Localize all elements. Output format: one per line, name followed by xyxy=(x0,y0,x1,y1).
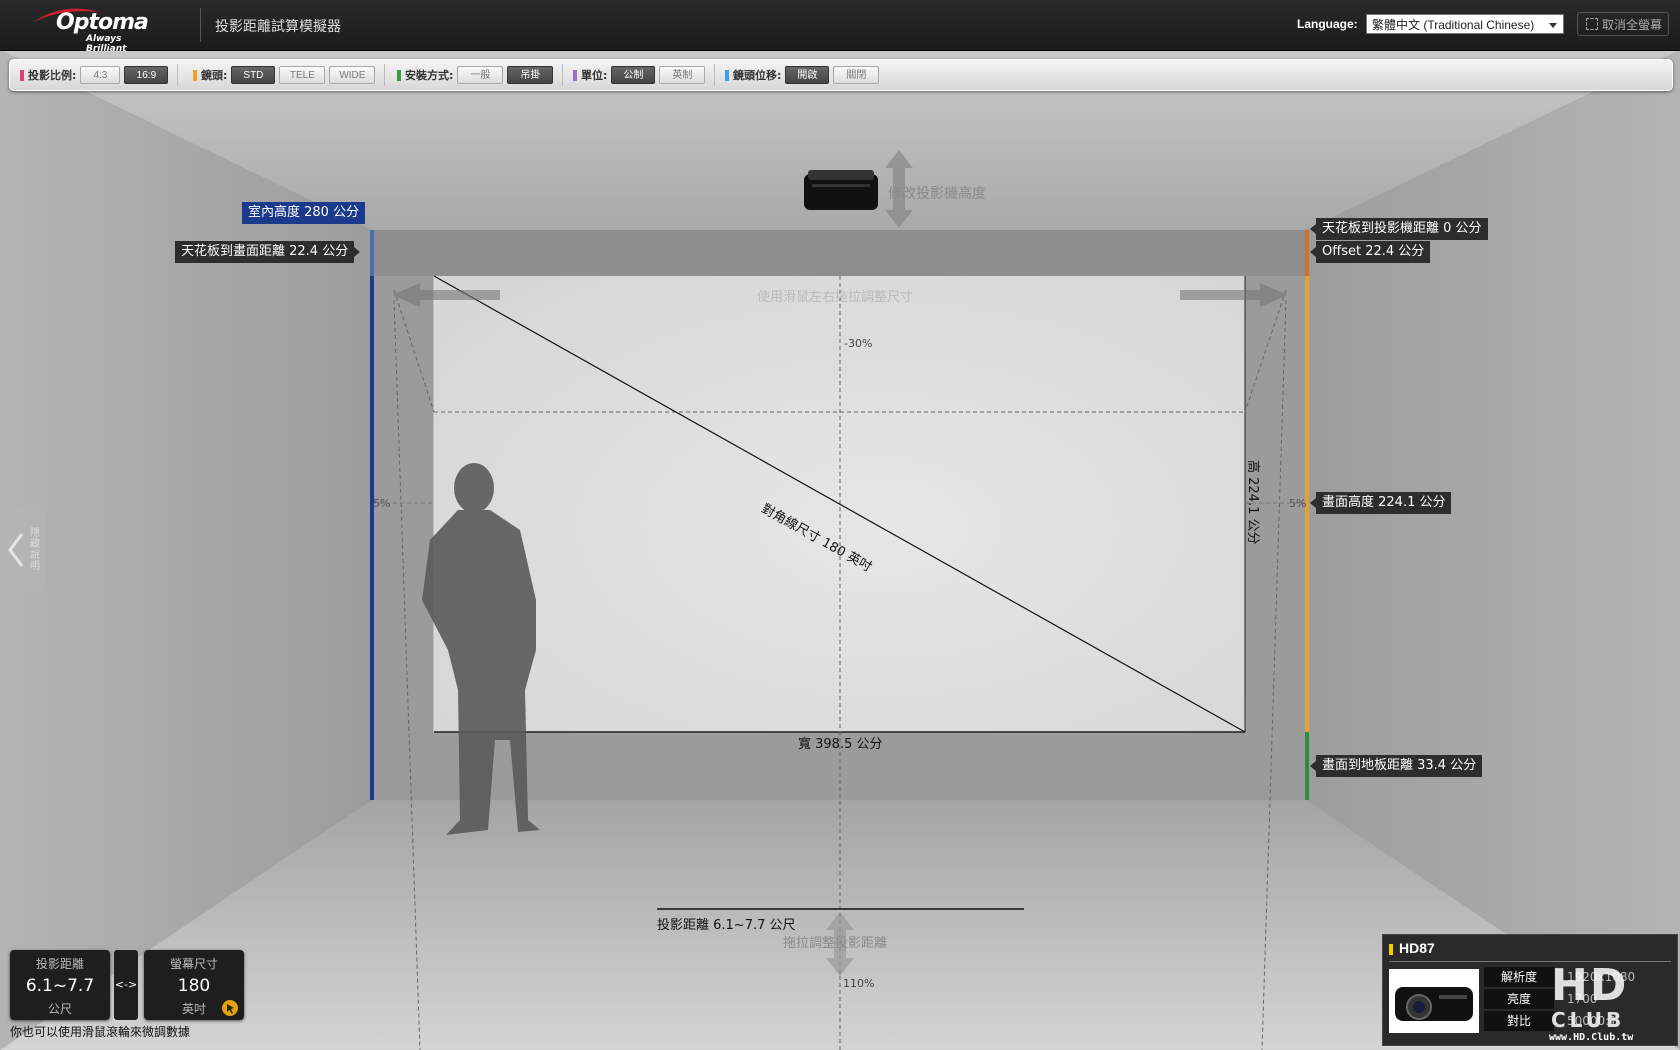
screen-height-label: 高 224.1 公分 xyxy=(1245,460,1260,545)
mount-marker xyxy=(397,69,401,81)
screen-to-floor-label[interactable]: 畫面到地板距離 33.4 公分 xyxy=(1309,755,1483,777)
watermark-sub: CLUB xyxy=(1551,1008,1626,1032)
offset-label[interactable]: Offset 22.4 公分 xyxy=(1309,241,1431,263)
app-title: 投影距離試算模擬器 xyxy=(215,19,341,35)
spec-contrast-label: 對比 xyxy=(1484,1011,1554,1031)
aspect-group: 投影比例: 4:3 16:9 xyxy=(20,60,183,90)
logo-tagline: Always Brilliant xyxy=(86,34,127,54)
drag-resize-hint: 使用滑鼠左右拖拉調整尺寸 xyxy=(757,290,914,305)
diagonal-label: 對角線尺寸 180 英吋 xyxy=(758,501,875,576)
watermark-url: www.HD.Club.tw xyxy=(1549,1032,1634,1043)
optoma-logo: Optoma Always Brilliant xyxy=(32,6,162,54)
throw-percent-label: 110% xyxy=(843,977,875,990)
spec-resolution-label: 解析度 xyxy=(1484,967,1554,987)
side-tab-label: 隱藏說明 xyxy=(30,528,40,572)
side-help-tab[interactable]: 隱藏說明 xyxy=(0,508,46,592)
lens-group: 鏡頭: STD TELE WIDE xyxy=(193,60,390,90)
settings-toolbar: 投影比例: 4:3 16:9 鏡頭: STD TELE WIDE 安裝方式: 一… xyxy=(9,59,1673,91)
scroll-hint: 你也可以使用滑鼠滾輪來微調數據 xyxy=(10,1025,191,1039)
mount-label: 安裝方式: xyxy=(405,69,454,82)
toolbar-separator xyxy=(562,64,564,86)
shift-on-button[interactable]: 開啟 xyxy=(785,66,830,84)
lens-marker xyxy=(193,69,197,81)
projector-photo xyxy=(1389,969,1479,1033)
shift-right-label: 5% xyxy=(1289,497,1307,510)
projector-height-hint[interactable]: 修改投影機高度 xyxy=(888,183,986,203)
room-overlay: 室內高度 280 公分 天花板到畫面距離 22.4 公分 天花板到投影機距離 0… xyxy=(0,0,1680,1050)
shift-left-label: 5% xyxy=(373,497,391,510)
throw-distance-card[interactable]: 投影距離 6.1~7.7 公尺 xyxy=(10,950,110,1020)
fullscreen-label: 取消全螢幕 xyxy=(1602,18,1663,32)
model-marker xyxy=(1389,944,1393,955)
distance-label: 投影距離 xyxy=(35,957,84,971)
exit-fullscreen-button[interactable]: 取消全螢幕 xyxy=(1577,12,1669,36)
lens-tele-button[interactable]: TELE xyxy=(279,66,326,84)
screen-height-tag[interactable]: 畫面高度 224.1 公分 xyxy=(1309,492,1452,514)
swap-button[interactable]: <-> xyxy=(114,950,138,1020)
size-value: 180 xyxy=(177,976,211,996)
unit-group: 單位: 公制 英制 xyxy=(573,60,720,90)
lens-label: 鏡頭: xyxy=(201,69,228,82)
distance-unit: 公尺 xyxy=(47,1002,72,1016)
lens-std-button[interactable]: STD xyxy=(231,66,276,84)
unit-marker xyxy=(573,69,577,81)
ceiling-to-projector-label[interactable]: 天花板到投影機距離 0 公分 xyxy=(1310,218,1488,240)
aspect-label: 投影比例: xyxy=(28,69,77,82)
fullscreen-icon xyxy=(1586,18,1598,30)
ceiling-to-screen-label[interactable]: 天花板到畫面距離 22.4 公分 xyxy=(175,241,361,263)
distance-value: 6.1~7.7 xyxy=(25,976,95,996)
hdclub-watermark: HD CLUB www.HD.Club.tw xyxy=(1545,958,1675,1046)
mount-ceiling-button[interactable]: 吊掛 xyxy=(507,66,554,84)
shift-off-button[interactable]: 關閉 xyxy=(833,66,880,84)
drag-distance-hint[interactable]: 拖拉調整投影距離 xyxy=(783,932,887,951)
cursor-pointer-icon xyxy=(222,1000,238,1016)
mount-normal-button[interactable]: 一般 xyxy=(457,66,504,84)
language-select[interactable]: 繁體中文 (Traditional Chinese) xyxy=(1366,14,1564,34)
model-name: HD87 xyxy=(1399,940,1435,956)
throw-distance-label: 投影距離 6.1~7.7 公尺 xyxy=(657,918,796,933)
chevron-left-icon xyxy=(8,533,24,567)
logo-text: Optoma xyxy=(56,10,149,35)
app-header: Optoma Always Brilliant 投影距離試算模擬器 Langua… xyxy=(0,0,1680,54)
size-label: 螢幕尺寸 xyxy=(169,957,218,971)
shift-group: 鏡頭位移: 開啟 關閉 xyxy=(725,60,883,90)
language-value: 繁體中文 (Traditional Chinese) xyxy=(1372,18,1535,32)
mount-group: 安裝方式: 一般 吊掛 xyxy=(397,60,568,90)
watermark-text: HD xyxy=(1551,960,1629,1011)
unit-label: 單位: xyxy=(581,69,608,82)
spec-brightness-label: 亮度 xyxy=(1484,989,1554,1009)
aspect-marker xyxy=(20,69,24,81)
aspect-16-9-button[interactable]: 16:9 xyxy=(124,66,169,84)
shift-label: 鏡頭位移: xyxy=(733,69,782,82)
chevron-down-icon xyxy=(1549,23,1557,28)
unit-imperial-button[interactable]: 英制 xyxy=(659,66,706,84)
unit-metric-button[interactable]: 公制 xyxy=(611,66,656,84)
lens-wide-button[interactable]: WIDE xyxy=(329,66,376,84)
room-height-label[interactable]: 室內高度 280 公分 xyxy=(242,202,366,224)
screen-width-label: 寬 398.5 公分 xyxy=(798,737,883,752)
toolbar-separator xyxy=(714,64,716,86)
shift-top-label: -30% xyxy=(844,337,873,350)
toolbar-separator xyxy=(384,64,386,86)
shift-marker xyxy=(725,69,729,81)
aspect-4-3-button[interactable]: 4:3 xyxy=(80,66,121,84)
toolbar-separator xyxy=(177,64,179,86)
header-divider xyxy=(200,8,201,42)
language-label: Language: xyxy=(1297,17,1358,31)
